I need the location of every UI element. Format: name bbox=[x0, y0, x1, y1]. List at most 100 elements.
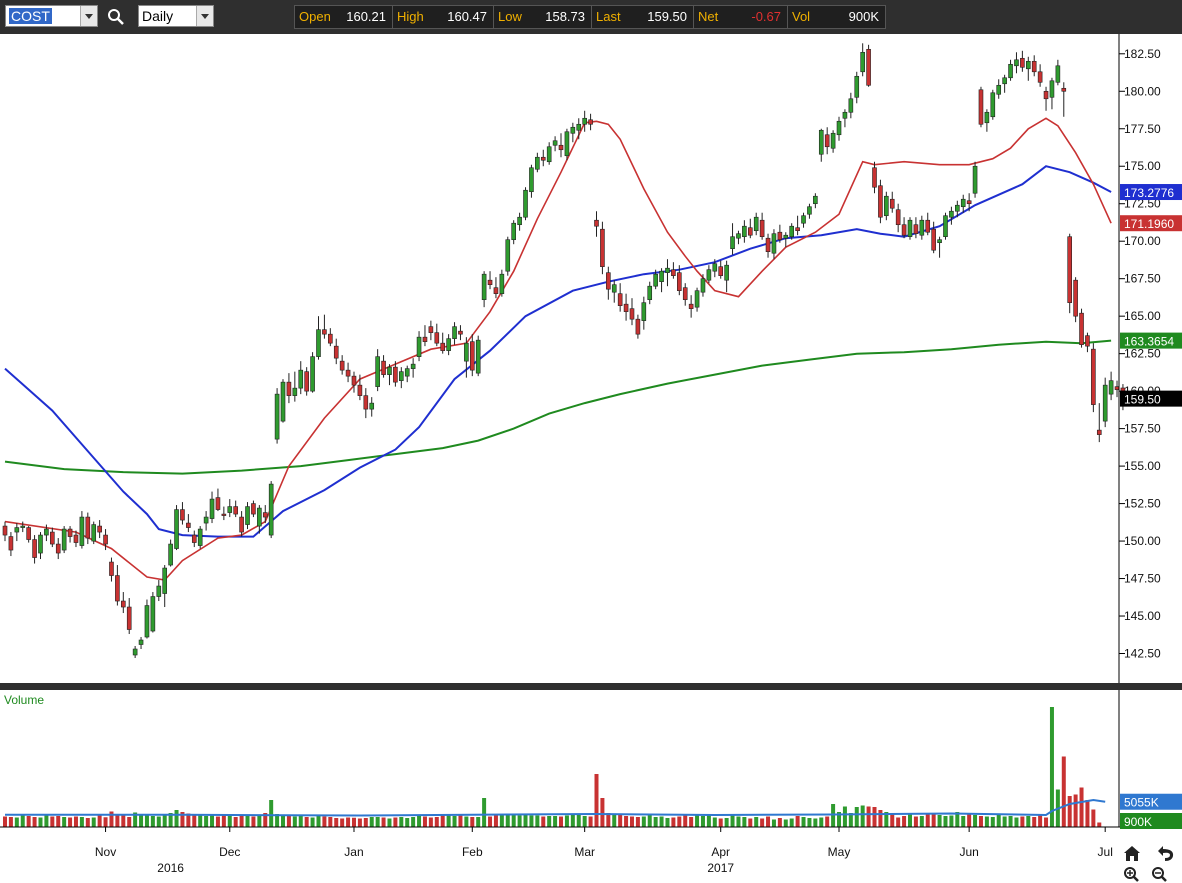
candle bbox=[878, 179, 883, 224]
candle-body bbox=[351, 375, 357, 386]
candle bbox=[801, 212, 806, 228]
candle-body bbox=[783, 234, 789, 239]
candle-body bbox=[1031, 60, 1037, 73]
volume-bar bbox=[671, 817, 676, 827]
undo-icon[interactable] bbox=[1158, 846, 1174, 861]
candle bbox=[32, 535, 37, 564]
volume-bar bbox=[233, 817, 238, 827]
candle bbox=[1020, 50, 1025, 72]
volume-chart[interactable]: Volume 10000K20000K 5055K900K NovDecJanF… bbox=[0, 690, 1182, 883]
ma50-tag-label: 173.2776 bbox=[1124, 186, 1174, 200]
candle bbox=[665, 259, 670, 287]
candle bbox=[564, 128, 570, 161]
candle-body bbox=[399, 371, 404, 381]
candle bbox=[121, 592, 126, 614]
candle bbox=[884, 191, 889, 221]
candle bbox=[919, 215, 925, 240]
volume-bar bbox=[777, 818, 782, 827]
candle bbox=[895, 203, 901, 233]
candle-body bbox=[535, 156, 540, 170]
candle bbox=[984, 109, 990, 132]
volume-bar bbox=[26, 816, 31, 827]
candle-body bbox=[966, 200, 972, 205]
panel-separator[interactable] bbox=[0, 683, 1182, 690]
candle-body bbox=[464, 342, 469, 362]
candle-body bbox=[937, 239, 942, 244]
candle bbox=[174, 505, 179, 551]
candle bbox=[1049, 77, 1055, 110]
quote-high-value: 160.47 bbox=[447, 9, 487, 24]
symbol-dropdown-icon[interactable] bbox=[80, 6, 97, 26]
candle-body bbox=[931, 228, 936, 251]
zoom-in-icon[interactable] bbox=[1124, 867, 1139, 882]
volume-bar bbox=[754, 817, 759, 827]
candle-body bbox=[564, 131, 570, 157]
candle-body bbox=[588, 119, 593, 125]
volume-title: Volume bbox=[4, 693, 44, 707]
volume-bar bbox=[14, 817, 19, 827]
candle-body bbox=[629, 308, 635, 320]
candle-body bbox=[600, 228, 605, 267]
volume-bar bbox=[8, 817, 13, 827]
candle-body bbox=[180, 509, 185, 521]
candle bbox=[647, 281, 653, 305]
volume-average-tag-label: 5055K bbox=[1124, 796, 1159, 810]
volume-bar bbox=[683, 815, 688, 827]
candle-body bbox=[227, 506, 233, 513]
volume-bar bbox=[553, 816, 558, 827]
candle-body bbox=[1008, 63, 1013, 79]
volume-bar bbox=[984, 816, 989, 827]
candle-body bbox=[446, 338, 451, 351]
candle bbox=[1073, 277, 1078, 323]
interval-dropdown-icon[interactable] bbox=[196, 6, 213, 26]
candle bbox=[67, 526, 73, 543]
candle-body bbox=[706, 269, 712, 281]
volume-bar bbox=[647, 815, 652, 827]
volume-bar bbox=[807, 818, 812, 827]
volume-bar bbox=[1014, 817, 1019, 827]
symbol-input[interactable]: COST bbox=[5, 5, 98, 27]
candle-body bbox=[410, 363, 416, 369]
candle-body bbox=[138, 639, 144, 645]
candle-body bbox=[434, 332, 440, 344]
volume-bar bbox=[641, 816, 646, 827]
candle-body bbox=[641, 302, 647, 321]
interval-select[interactable]: Daily bbox=[138, 5, 214, 27]
search-icon[interactable] bbox=[107, 8, 125, 26]
price-tick-label: 150.00 bbox=[1124, 534, 1161, 548]
home-icon[interactable] bbox=[1124, 846, 1140, 861]
candle bbox=[570, 122, 576, 143]
volume-bar bbox=[85, 818, 90, 827]
candle-body bbox=[807, 206, 812, 215]
volume-bar bbox=[440, 815, 445, 827]
volume-bar bbox=[789, 818, 794, 827]
month-label: Jun bbox=[959, 845, 978, 859]
volume-bar bbox=[139, 815, 144, 827]
volume-bar bbox=[3, 816, 7, 827]
candle-body bbox=[97, 525, 102, 533]
candle-body bbox=[209, 498, 215, 519]
candle bbox=[310, 352, 315, 393]
volume-bar bbox=[210, 815, 215, 827]
price-tick-label: 182.50 bbox=[1124, 47, 1161, 61]
candle bbox=[730, 223, 735, 255]
candle-body bbox=[310, 356, 315, 392]
price-chart[interactable]: 142.50 145.00 147.50 150.00 152.50 155.00 157.… bbox=[0, 34, 1182, 683]
quote-last-label: Last bbox=[596, 9, 621, 24]
candle-body bbox=[109, 561, 114, 576]
quote-low-label: Low bbox=[498, 9, 522, 24]
candle bbox=[227, 499, 233, 518]
volume-bar bbox=[919, 816, 924, 827]
candle-body bbox=[375, 356, 380, 387]
volume-bar bbox=[937, 815, 942, 827]
quote-open-value: 160.21 bbox=[346, 9, 386, 24]
candle-body bbox=[333, 345, 339, 359]
candle-body bbox=[552, 140, 558, 146]
volume-bar bbox=[1097, 822, 1102, 827]
candle bbox=[369, 397, 375, 417]
candle bbox=[91, 521, 97, 545]
zoom-out-icon[interactable] bbox=[1152, 867, 1167, 882]
volume-bar bbox=[517, 815, 522, 827]
candle-body bbox=[38, 534, 43, 554]
candle bbox=[925, 212, 931, 236]
